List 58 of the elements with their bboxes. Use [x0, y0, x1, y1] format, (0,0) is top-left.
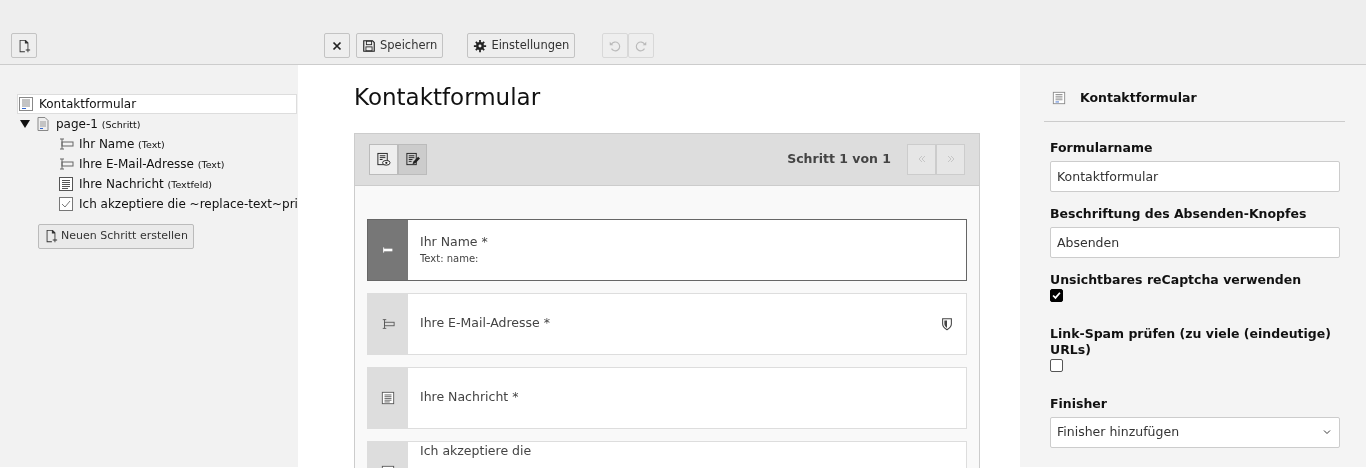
new-page-icon — [44, 229, 58, 244]
text-area-icon — [380, 390, 395, 405]
form-element-row[interactable]: Ihre Nachricht * — [366, 366, 967, 429]
checkbox[interactable] — [1050, 358, 1063, 372]
tree-item[interactable]: Kontaktformular — [17, 94, 297, 114]
element-label: Ihre Nachricht * — [419, 388, 520, 407]
element-label: Ihr Name * — [419, 232, 489, 251]
tree-item[interactable]: Ihre E-Mail-Adresse (Text) — [58, 154, 298, 174]
tree-label: Ihre E-Mail-Adresse (Text) — [79, 156, 225, 173]
redo-icon — [634, 38, 649, 53]
gear-icon — [473, 38, 488, 53]
tree-label: Ich akzeptiere die ~replace-text~pri — [79, 196, 298, 213]
field-label: Link-Spam prüfen (zu viele (eindeutige) URLs) — [1050, 325, 1332, 358]
step-label: Schritt 1 von 1 — [787, 149, 891, 168]
text-field-icon — [58, 156, 74, 172]
stage-title: Kontaktformular — [353, 84, 542, 112]
element-sublabel: Text: name: — [419, 252, 480, 267]
checkbox[interactable] — [1050, 288, 1063, 302]
element-label: Ihre E-Mail-Adresse * — [419, 314, 551, 333]
text-field-icon — [380, 316, 395, 331]
tree-label: Kontaktformular — [39, 96, 137, 113]
form-element-row[interactable]: Ihre E-Mail-Adresse * — [366, 292, 967, 355]
new-page-button[interactable] — [11, 33, 37, 58]
form-element-row[interactable]: Ich akzeptiere die — [366, 440, 967, 468]
tree-label: Ihr Name (Text) — [79, 136, 165, 153]
save-button[interactable]: Speichern — [356, 33, 444, 58]
view-mode-tab[interactable] — [397, 143, 427, 175]
new-step-button[interactable]: Neuen Schritt erstellen — [38, 224, 194, 249]
tree-item[interactable]: page-1 (Schritt) — [20, 114, 298, 134]
view-mode-tab[interactable] — [368, 143, 398, 175]
text-input[interactable]: Absenden — [1050, 226, 1340, 258]
save-icon — [362, 38, 376, 53]
field-label: Formularname — [1050, 139, 1154, 156]
field-label: Beschriftung des Absenden-Knopfes — [1050, 205, 1308, 222]
inspector-title: Kontaktformular — [1080, 89, 1197, 107]
new-page-icon — [17, 38, 31, 53]
settings-button[interactable]: Einstellungen — [467, 33, 576, 58]
select-field[interactable]: Finisher hinzufügen — [1050, 416, 1340, 448]
form-icon — [18, 96, 34, 112]
close-button[interactable] — [324, 33, 350, 58]
tree-item[interactable]: Ihr Name (Text) — [58, 134, 298, 154]
field-label: Unsichtbares reCaptcha verwenden — [1050, 271, 1303, 288]
tree-label: page-1 (Schritt) — [56, 116, 141, 133]
field-label: Finisher — [1050, 395, 1108, 412]
element-label: Ich akzeptiere die — [419, 441, 533, 460]
check-icon — [1051, 289, 1062, 301]
preview-icon — [375, 150, 391, 168]
form-icon — [1052, 91, 1066, 106]
tree-label: Ihre Nachricht (Textfeld) — [79, 176, 213, 193]
tree-item[interactable]: Ich akzeptiere die ~replace-text~pri — [58, 194, 298, 214]
tree-item[interactable]: Ihre Nachricht (Textfeld) — [58, 174, 298, 194]
text-field-icon — [58, 136, 74, 152]
form-element-row[interactable]: Ihr Name * Text: name: — [366, 218, 967, 281]
edit-icon — [404, 150, 420, 168]
text-input[interactable]: Kontaktformular — [1050, 160, 1340, 192]
text-area-icon — [58, 176, 74, 192]
page-icon — [35, 116, 51, 132]
undo-icon — [608, 38, 623, 53]
